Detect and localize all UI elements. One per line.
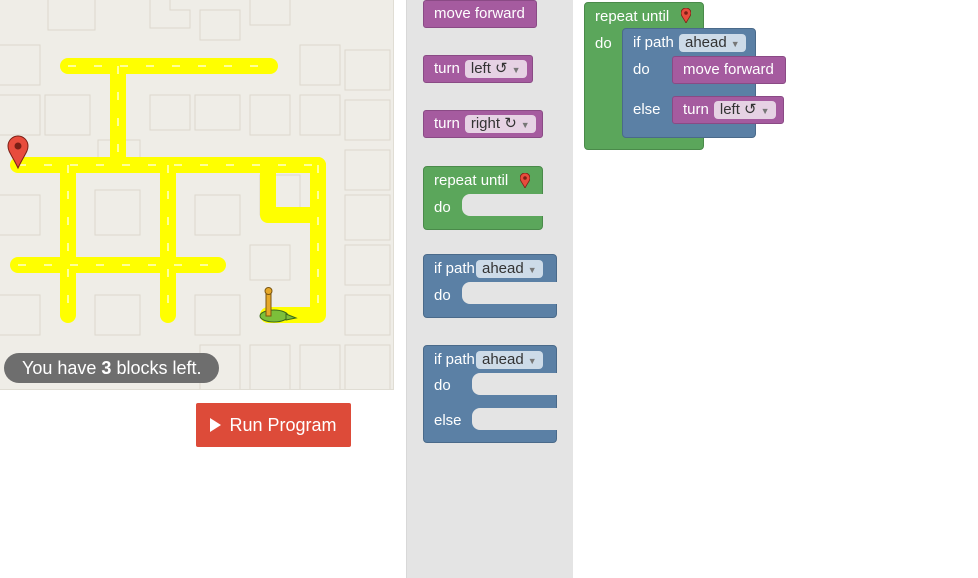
else-label: else	[633, 101, 661, 118]
do-label: do	[434, 199, 451, 216]
toolbox-turn-left-block[interactable]: turn left ↺ ▼	[423, 55, 533, 83]
turn-label: turn	[683, 101, 709, 118]
statement-slot	[462, 282, 558, 304]
chevron-down-icon: ▼	[511, 65, 521, 76]
pegman-icon	[259, 287, 298, 323]
if-path-label: if path	[434, 260, 475, 277]
workspace-turn-block[interactable]: turn left ↺ ▼	[672, 96, 784, 124]
play-icon	[210, 418, 222, 432]
toolbox-move-forward-block[interactable]: move forward	[423, 0, 537, 28]
marker-pin-icon	[520, 173, 530, 188]
move-forward-label: move forward	[434, 5, 525, 22]
toolbox-if-else-block[interactable]: if path ahead ▼ do else	[423, 345, 558, 443]
turn-label: turn	[434, 115, 460, 132]
do-label: do	[434, 377, 451, 394]
if-path-label: if path	[434, 351, 475, 368]
toolbox-turn-right-block[interactable]: turn right ↻ ▼	[423, 110, 543, 138]
toolbox-if-path-block[interactable]: if path ahead ▼ do	[423, 254, 558, 318]
turn-direction-dropdown[interactable]: right ↻ ▼	[464, 115, 536, 134]
move-forward-label: move forward	[683, 61, 774, 78]
blocks-left-count: 3	[101, 358, 112, 378]
chevron-down-icon: ▼	[760, 106, 770, 117]
workspace[interactable]: repeat until do if path ahead ▼ do else m…	[574, 0, 978, 578]
chevron-down-icon: ▼	[527, 265, 537, 275]
turn-direction-dropdown[interactable]: left ↺ ▼	[713, 101, 776, 120]
path-direction-dropdown[interactable]: ahead ▼	[476, 351, 543, 369]
toolbox-repeat-until-block[interactable]: repeat until do	[423, 166, 544, 230]
repeat-until-label: repeat until	[595, 8, 670, 25]
chevron-down-icon: ▼	[527, 356, 537, 366]
turn-direction-dropdown[interactable]: left ↺ ▼	[464, 60, 527, 79]
chevron-down-icon: ▼	[520, 120, 530, 131]
run-program-label: Run Program	[229, 414, 337, 435]
maze-area: You have 3 blocks left.	[0, 0, 394, 390]
statement-slot	[472, 408, 558, 430]
else-label: else	[434, 412, 462, 429]
do-label: do	[595, 35, 612, 52]
blocks-left-badge: You have 3 blocks left.	[4, 353, 220, 383]
repeat-until-label: repeat until	[434, 172, 509, 189]
workspace-move-forward-block[interactable]: move forward	[672, 56, 786, 84]
path-direction-dropdown[interactable]: ahead ▼	[476, 260, 543, 278]
toolbox: move forward turn left ↺ ▼ turn right ↻ ▼ re…	[406, 0, 573, 578]
run-program-button[interactable]: Run Program	[196, 403, 351, 447]
do-label: do	[434, 287, 451, 304]
if-path-label: if path	[633, 34, 674, 51]
chevron-down-icon: ▼	[730, 39, 740, 49]
statement-slot	[472, 373, 558, 395]
statement-slot	[462, 194, 544, 216]
turn-label: turn	[434, 60, 460, 77]
marker-pin-icon	[681, 8, 691, 23]
maze-board	[0, 0, 391, 389]
do-label: do	[633, 61, 650, 78]
path-direction-dropdown[interactable]: ahead ▼	[679, 34, 746, 52]
